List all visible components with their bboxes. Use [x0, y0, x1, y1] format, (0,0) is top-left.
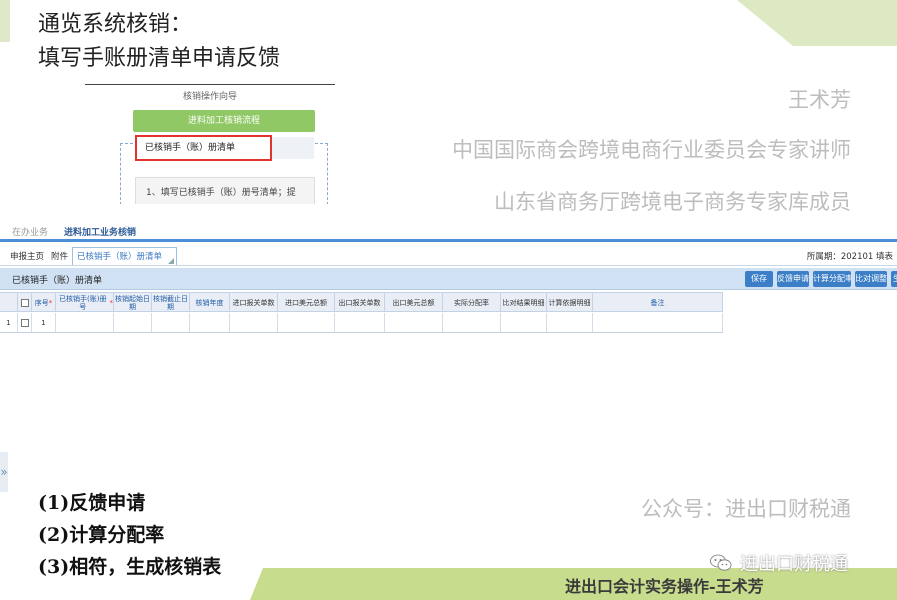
tab-bar: 申报主页 附件 已核销手（账）册清单 所属期：202101 填表 [0, 246, 897, 266]
cell-remark[interactable] [593, 313, 723, 332]
header-col-9[interactable]: 实际分配率 [443, 293, 501, 312]
cell-compare[interactable] [501, 313, 547, 332]
row-checkbox[interactable] [20, 318, 29, 327]
expand-panel-icon[interactable]: » [0, 452, 8, 492]
nav-pending[interactable]: 在办业务 [12, 225, 48, 238]
tab-current[interactable]: 已核销手（账）册清单 [72, 247, 178, 266]
feedback-button[interactable]: 反馈申请 [777, 271, 809, 287]
author-name: 王术芳 [788, 88, 851, 112]
col-label: 序号 [34, 298, 49, 307]
wizard-step1: 1、填写已核销手（账）册号清单；提 [135, 177, 315, 204]
app-screenshot: 在办业务 进料加工业务核销 ⓧ 申报主页 附件 已核销手（账）册清单 所属期：2… [0, 220, 897, 492]
period-label: 所属期：202101 填表 [806, 252, 893, 262]
header-rownum [0, 293, 18, 312]
wechat-icon [710, 554, 732, 571]
author-role1: 中国国际商会跨境电商行业委员会专家讲师 [452, 138, 851, 162]
wechat-account: 公众号：进出口财税通 [641, 497, 851, 521]
header-col-12[interactable]: 备注 [593, 293, 723, 312]
step-item: (1)反馈申请 [38, 492, 146, 514]
col-label: 进口报关单数 [232, 298, 275, 307]
flow-button[interactable]: 进料加工核销流程 [133, 110, 315, 132]
select-all-checkbox[interactable] [20, 298, 29, 307]
header-col-8[interactable]: 出口美元总额 [385, 293, 443, 312]
calc-rate-button[interactable]: 计算分配率 [813, 271, 851, 287]
col-label: 已核销手(账)册号 [59, 294, 107, 311]
slide-title-line1: 通览系统核销： [38, 12, 193, 37]
col-label: 出口美元总额 [392, 298, 435, 307]
tab-corner-icon [168, 258, 175, 264]
col-label: 进口美元总额 [285, 298, 327, 307]
header-col-3[interactable]: 核销截止日期 [152, 293, 190, 312]
header-col-2[interactable]: 核销起始日期 [114, 293, 152, 312]
author-role2: 山东省商务厅跨境电子商务专家库成员 [494, 190, 851, 214]
top-right-decoration [737, 0, 897, 46]
wizard-title: 核销操作向导 [182, 92, 237, 102]
tab-attachment[interactable]: 附件 [51, 250, 68, 262]
row-select [18, 313, 32, 332]
close-icon[interactable]: ⓧ [123, 225, 131, 236]
cell-seq[interactable]: 1 [32, 313, 56, 332]
cell-year[interactable] [190, 313, 230, 332]
col-label: 计算依据明细 [548, 298, 591, 307]
header-col-1[interactable]: 已核销手(账)册号 * [56, 293, 114, 312]
col-label: 出口报关单数 [338, 298, 381, 307]
panel-title: 已核销手（账）册清单 [12, 276, 103, 286]
wizard-screenshot: 核销操作向导 进料加工核销流程 已核销手（账）册清单 1、填写已核销手（账）册号… [85, 84, 335, 204]
cell-export-usd[interactable] [385, 313, 443, 332]
panel-header: 已核销手（账）册清单 保存 反馈申请 计算分配率 比对调整 生成 [0, 268, 897, 290]
slide-title-line2: 填写手账册清单申请反馈 [38, 46, 281, 71]
required-mark: * [48, 298, 53, 307]
header-col-7[interactable]: 出口报关单数 [335, 293, 385, 312]
cell-end-date[interactable] [152, 313, 190, 332]
step-list: (1)反馈申请 (2)计算分配率 (3)相符，生成核销表 [38, 487, 221, 583]
more-button[interactable]: 生成 [891, 271, 897, 287]
header-col-6[interactable]: 进口美元总额 [278, 293, 335, 312]
nav-underline [0, 239, 897, 242]
row-number: 1 [0, 313, 18, 332]
tab-current-label: 已核销手（账）册清单 [77, 252, 163, 262]
cell-start-date[interactable] [114, 313, 152, 332]
tab-home[interactable]: 申报主页 [10, 250, 44, 262]
cell-export-count[interactable] [335, 313, 385, 332]
col-label: 备注 [650, 298, 665, 307]
grid-header: 序号 * 已核销手(账)册号 * 核销起始日期 核销截止日期 核销年度 进口报关单数… [0, 292, 723, 312]
verified-list-item[interactable]: 已核销手（账）册清单 [135, 135, 272, 161]
step-item: (3)相符，生成核销表 [38, 556, 222, 578]
cell-import-count[interactable] [230, 313, 278, 332]
col-label: 核销起始日期 [115, 294, 150, 311]
step-item: (2)计算分配率 [38, 524, 165, 546]
footer-title: 进出口会计实务操作-王术芳 [565, 577, 764, 596]
col-label: 核销截止日期 [153, 294, 188, 311]
left-accent-bar [0, 0, 10, 42]
wizard-item-background [272, 137, 314, 159]
header-col-10[interactable]: 比对结果明细 [501, 293, 547, 312]
cell-calc-basis[interactable] [547, 313, 593, 332]
top-nav: 在办业务 进料加工业务核销 ⓧ [0, 220, 897, 240]
header-col-0[interactable]: 序号 * [32, 293, 56, 312]
cell-rate[interactable] [443, 313, 501, 332]
header-select [18, 293, 32, 312]
table-row[interactable]: 1 1 [0, 313, 723, 333]
col-label: 实际分配率 [454, 298, 489, 307]
header-col-4[interactable]: 核销年度 [190, 293, 230, 312]
col-label: 核销年度 [195, 298, 224, 307]
header-col-5[interactable]: 进口报关单数 [230, 293, 278, 312]
cell-book-no[interactable] [56, 313, 114, 332]
save-button[interactable]: 保存 [745, 271, 773, 287]
compare-adjust-button[interactable]: 比对调整 [855, 271, 887, 287]
col-label: 比对结果明细 [502, 298, 545, 307]
tabs-divider [0, 265, 897, 266]
required-mark: * [109, 298, 114, 307]
header-col-11[interactable]: 计算依据明细 [547, 293, 593, 312]
cell-import-usd[interactable] [278, 313, 335, 332]
